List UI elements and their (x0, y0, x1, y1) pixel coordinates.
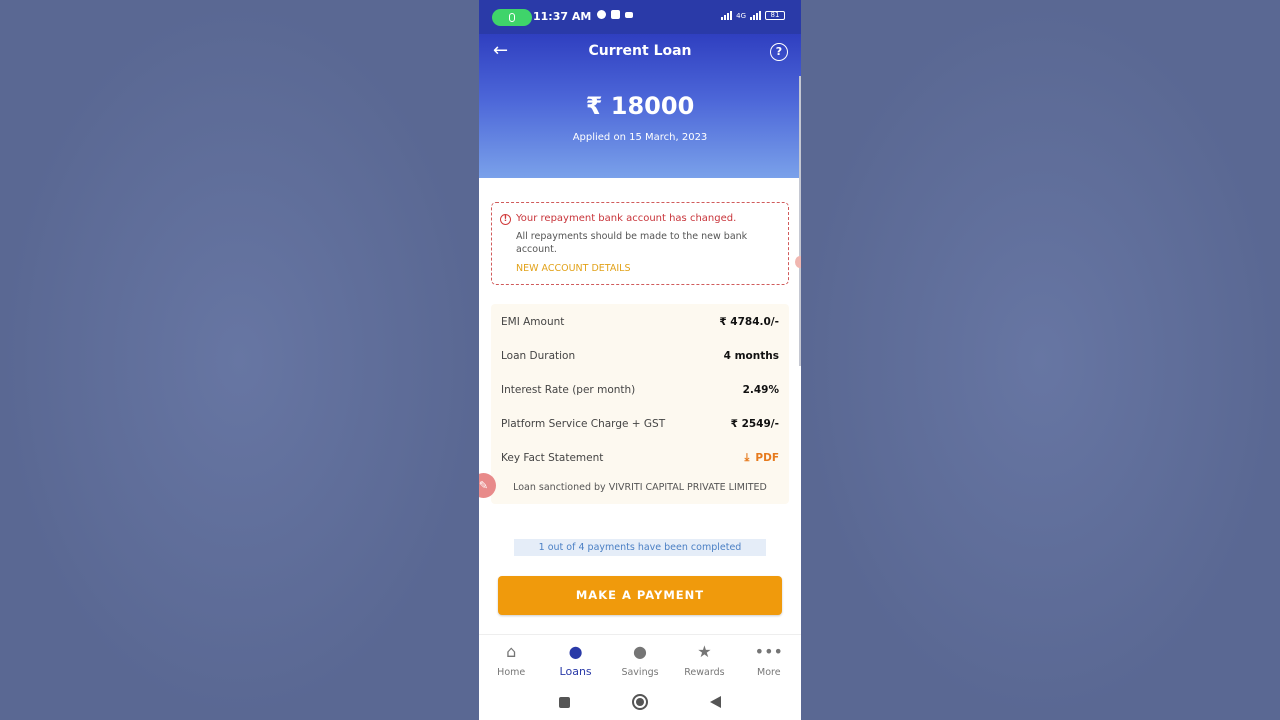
nav-label: Savings (621, 667, 659, 678)
nav-label: More (757, 667, 781, 678)
detail-row-interest: Interest Rate (per month) 2.49% (501, 380, 779, 400)
alert-title: Your repayment bank account has changed. (516, 213, 737, 224)
network-type: 4G (736, 12, 746, 20)
detail-label: Key Fact Statement (501, 452, 604, 464)
alert-body: All repayments should be made to the new… (516, 231, 748, 255)
new-account-details-link[interactable]: NEW ACCOUNT DETAILS (516, 263, 631, 274)
detail-value: 4 months (723, 350, 779, 362)
pdf-label: PDF (755, 452, 779, 464)
make-payment-button[interactable]: MAKE A PAYMENT (498, 576, 782, 615)
nav-item-home[interactable]: ⌂ Home (479, 635, 543, 684)
question-circle-icon[interactable]: ? (770, 43, 788, 61)
page-title: Current Loan (588, 43, 692, 59)
signal-icon-2 (750, 11, 761, 20)
detail-row-emi: EMI Amount ₹ 4784.0/- (501, 312, 779, 332)
microphone-icon (509, 13, 515, 22)
chat-icon (597, 10, 606, 19)
bank-change-alert: ! Your repayment bank account has change… (491, 202, 789, 285)
exclamation-circle-icon: ! (500, 214, 511, 225)
video-icon (625, 11, 633, 18)
app-notification-icon (611, 10, 620, 19)
detail-row-service-charge: Platform Service Charge + GST ₹ 2549/- (501, 414, 779, 434)
detail-value: 2.49% (742, 384, 779, 396)
more-dots-icon: ••• (754, 642, 783, 661)
detail-value: ₹ 4784.0/- (719, 316, 779, 328)
back-triangle-icon[interactable] (710, 696, 721, 708)
battery-level: 81 (770, 11, 780, 19)
signal-icon (721, 11, 733, 20)
nav-item-loans[interactable]: ● Loans (543, 635, 607, 684)
detail-label: Interest Rate (per month) (501, 384, 636, 396)
system-nav-bar (479, 684, 801, 720)
applied-date: Applied on 15 March, 2023 (572, 132, 708, 143)
loan-header: ← Current Loan ? ₹ 18000 Applied on 15 M… (479, 34, 801, 178)
detail-label: Loan Duration (501, 350, 576, 362)
loan-amount: ₹ 18000 (585, 92, 695, 120)
nav-label: Home (497, 667, 526, 678)
detail-value: ₹ 2549/- (730, 418, 779, 430)
notification-icons (597, 10, 633, 19)
status-bar: 11:37 AM 4G 81 (479, 0, 801, 34)
pdf-download-link[interactable]: ⤓ PDF (745, 451, 779, 465)
background-right (801, 0, 1280, 720)
home-button-icon[interactable] (632, 694, 648, 710)
detail-label: Platform Service Charge + GST (501, 418, 666, 430)
bottom-nav: ⌂ Home ● Loans ● Savings ★ Rewards ••• M… (479, 634, 801, 684)
detail-row-key-fact: Key Fact Statement ⤓ PDF (501, 448, 779, 468)
nav-item-rewards[interactable]: ★ Rewards (672, 635, 736, 684)
nav-label: Rewards (684, 667, 725, 678)
side-indicator (795, 256, 801, 268)
battery-icon: 81 (765, 11, 785, 20)
background-left (0, 0, 479, 720)
payment-progress: 1 out of 4 payments have been completed (514, 539, 766, 556)
mic-indicator (492, 9, 532, 26)
system-status-icons: 4G 81 (721, 11, 785, 20)
download-icon: ⤓ (744, 451, 750, 464)
star-icon: ★ (697, 642, 712, 661)
detail-row-duration: Loan Duration 4 months (501, 346, 779, 366)
nav-label: Loans (559, 665, 592, 678)
recent-apps-icon[interactable] (559, 696, 570, 708)
phone-screen: 11:37 AM 4G 81 ← Current Loan ? ₹ 18000 … (479, 0, 801, 720)
detail-label: EMI Amount (501, 316, 565, 328)
nav-item-savings[interactable]: ● Savings (608, 635, 672, 684)
nav-item-more[interactable]: ••• More (737, 635, 801, 684)
home-icon: ⌂ (506, 642, 517, 661)
money-bag-icon: ● (568, 642, 583, 661)
status-time: 11:37 AM (533, 10, 592, 23)
sanction-note: Loan sanctioned by VIVRITI CAPITAL PRIVA… (513, 482, 767, 493)
scrollbar[interactable] (799, 76, 801, 366)
piggy-bank-icon: ● (633, 642, 647, 661)
loan-details-card: EMI Amount ₹ 4784.0/- Loan Duration 4 mo… (491, 304, 789, 504)
